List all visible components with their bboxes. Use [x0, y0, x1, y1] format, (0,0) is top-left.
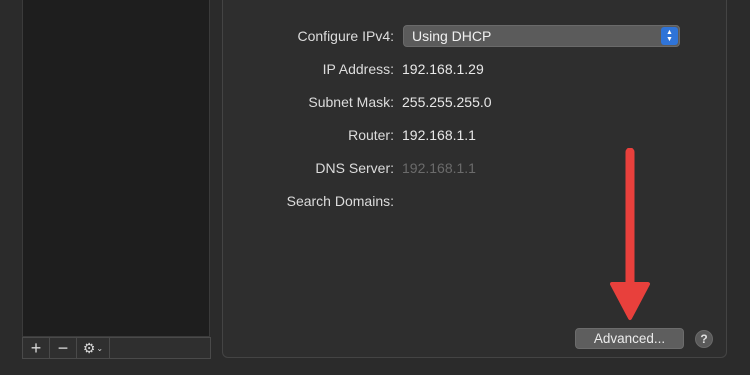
- dns-server-value[interactable]: 192.168.1.1: [402, 156, 476, 180]
- gear-icon: ⚙: [82, 339, 96, 356]
- remove-service-button[interactable]: −: [50, 338, 77, 358]
- subnet-mask-value: 255.255.255.0: [402, 94, 492, 110]
- ip-address-value: 192.168.1.29: [402, 61, 484, 77]
- configure-ipv4-select[interactable]: Using DHCP ▲ ▼: [403, 25, 680, 47]
- subnet-mask-label: Subnet Mask:: [308, 94, 394, 110]
- sidebar-toolbar: + − ⚙ ⌄: [22, 337, 211, 359]
- configure-ipv4-value: Using DHCP: [412, 28, 492, 44]
- advanced-button[interactable]: Advanced...: [575, 328, 684, 349]
- router-row: Router: 192.168.1.1: [0, 123, 750, 147]
- router-label: Router:: [348, 127, 394, 143]
- router-value: 192.168.1.1: [402, 127, 476, 143]
- chevron-down-icon: ⌄: [96, 343, 104, 353]
- search-domains-label: Search Domains:: [286, 193, 394, 209]
- minus-icon: −: [57, 338, 69, 358]
- select-stepper-icon: ▲ ▼: [661, 27, 678, 45]
- action-menu-button[interactable]: ⚙ ⌄: [77, 338, 110, 358]
- ip-address-row: IP Address: 192.168.1.29: [0, 57, 750, 81]
- dns-server-label: DNS Server:: [315, 160, 394, 176]
- subnet-mask-row: Subnet Mask: 255.255.255.0: [0, 90, 750, 114]
- configure-ipv4-label: Configure IPv4:: [297, 28, 395, 44]
- ip-address-label: IP Address:: [322, 61, 394, 77]
- plus-icon: +: [30, 338, 42, 358]
- add-service-button[interactable]: +: [23, 338, 50, 358]
- help-button[interactable]: ?: [695, 330, 713, 348]
- red-arrow-annotation: [610, 148, 650, 320]
